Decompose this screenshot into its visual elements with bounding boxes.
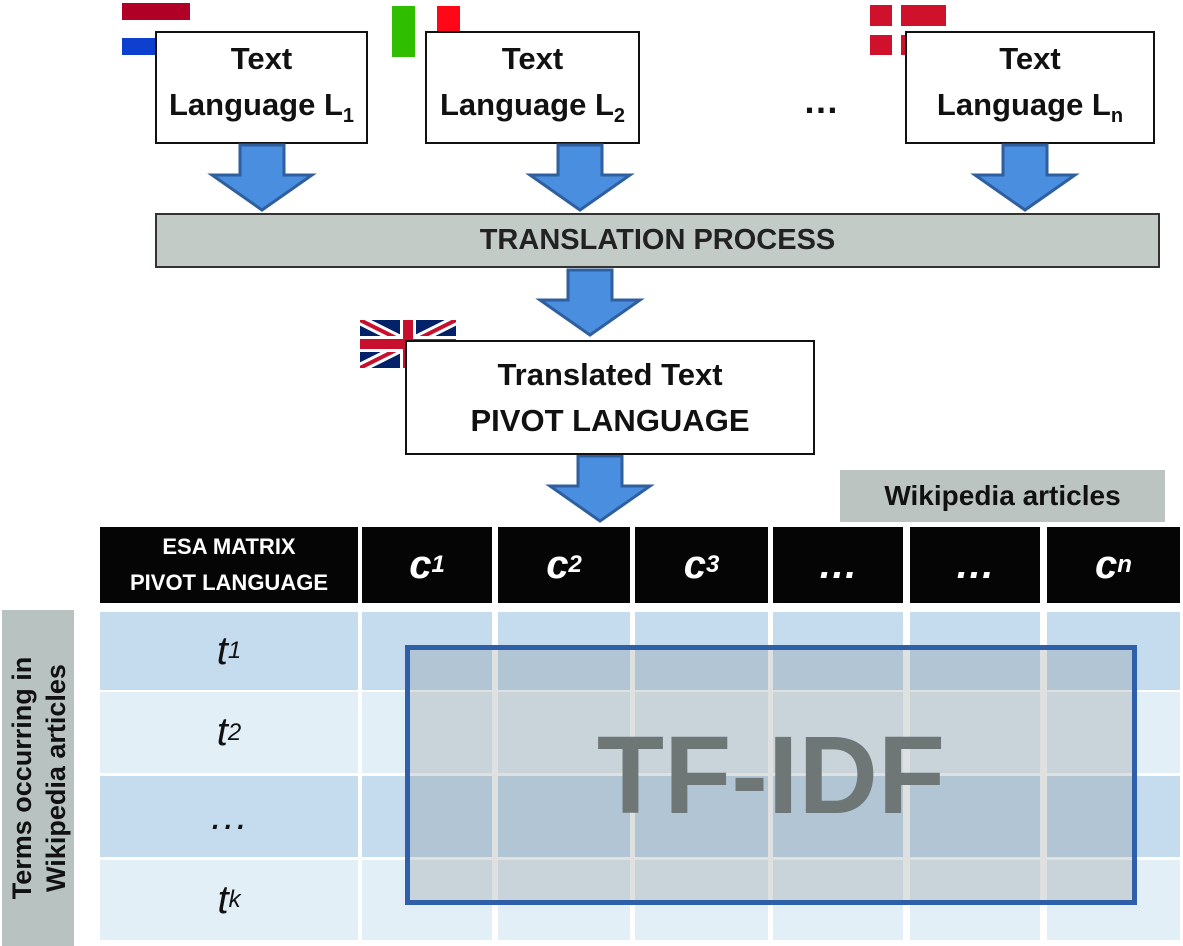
language-subscript: 1 bbox=[342, 105, 355, 128]
down-arrow-icon bbox=[207, 143, 317, 212]
column-header: cn bbox=[1047, 527, 1180, 603]
ellipsis: … bbox=[803, 80, 839, 121]
language-label: Language L bbox=[168, 86, 343, 122]
axis-line: Terms occurring in bbox=[7, 656, 37, 900]
column-symbol: c bbox=[1095, 542, 1118, 587]
box-line: Language L2 bbox=[440, 82, 625, 139]
esa-diagram: Text Language L1 Text Language L2 … Text… bbox=[0, 0, 1183, 946]
source-text-box-1: Text Language L1 bbox=[155, 31, 368, 144]
row-header: … bbox=[100, 776, 358, 857]
row-subscript: 2 bbox=[227, 718, 242, 746]
column-symbol: c bbox=[546, 542, 569, 587]
column-subscript: 3 bbox=[705, 551, 720, 578]
box-line: Text bbox=[999, 40, 1061, 76]
box-line: Language Ln bbox=[937, 82, 1123, 139]
translated-text-box: Translated Text PIVOT LANGUAGE bbox=[405, 340, 815, 455]
language-subscript: n bbox=[1110, 105, 1124, 128]
column-subscript: 2 bbox=[568, 551, 582, 578]
column-header: c1 bbox=[362, 527, 492, 603]
corner-line: PIVOT LANGUAGE bbox=[129, 570, 328, 595]
down-arrow-icon bbox=[535, 268, 645, 337]
column-header: … bbox=[910, 527, 1040, 603]
row-header: tk bbox=[100, 860, 358, 940]
row-symbol: t bbox=[217, 877, 229, 922]
box-line: Translated Text bbox=[497, 356, 723, 392]
down-arrow-icon bbox=[545, 454, 655, 523]
language-subscript: 2 bbox=[613, 105, 626, 128]
matrix-corner-header: ESA MATRIX PIVOT LANGUAGE bbox=[100, 527, 358, 603]
row-header: t2 bbox=[100, 692, 358, 773]
column-symbol: c bbox=[409, 542, 432, 587]
column-subscript: n bbox=[1117, 551, 1132, 578]
box-line: Text bbox=[230, 40, 293, 76]
language-label: Language L bbox=[439, 86, 614, 122]
box-line: Language L1 bbox=[169, 82, 354, 139]
translation-process-bar: TRANSLATION PROCESS bbox=[155, 213, 1160, 268]
column-symbol: … bbox=[955, 542, 995, 587]
column-header: c2 bbox=[498, 527, 630, 603]
source-text-box-n: Text Language Ln bbox=[905, 31, 1155, 144]
row-subscript: 1 bbox=[227, 637, 242, 664]
column-header: c3 bbox=[635, 527, 768, 603]
column-symbol: c bbox=[683, 542, 706, 587]
box-line: Text bbox=[501, 40, 564, 76]
wikipedia-articles-label: Wikipedia articles bbox=[840, 470, 1165, 522]
language-label: Language L bbox=[936, 86, 1111, 122]
row-header: t1 bbox=[100, 612, 358, 690]
down-arrow-icon bbox=[970, 143, 1080, 212]
column-symbol: … bbox=[818, 542, 858, 587]
corner-line: ESA MATRIX bbox=[162, 534, 296, 559]
column-subscript: 1 bbox=[431, 551, 445, 578]
column-header: … bbox=[773, 527, 903, 603]
row-symbol: t bbox=[216, 710, 228, 754]
axis-line: Wikipedia articles bbox=[41, 664, 71, 892]
row-subscript: k bbox=[228, 886, 241, 913]
box-line: PIVOT LANGUAGE bbox=[470, 402, 750, 438]
row-symbol: … bbox=[209, 794, 249, 838]
tfidf-region: TF-IDF bbox=[405, 645, 1137, 905]
down-arrow-icon bbox=[525, 143, 635, 212]
source-text-box-2: Text Language L2 bbox=[425, 31, 640, 144]
row-axis-label: Terms occurring in Wikipedia articles bbox=[2, 610, 74, 946]
row-symbol: t bbox=[216, 628, 228, 673]
